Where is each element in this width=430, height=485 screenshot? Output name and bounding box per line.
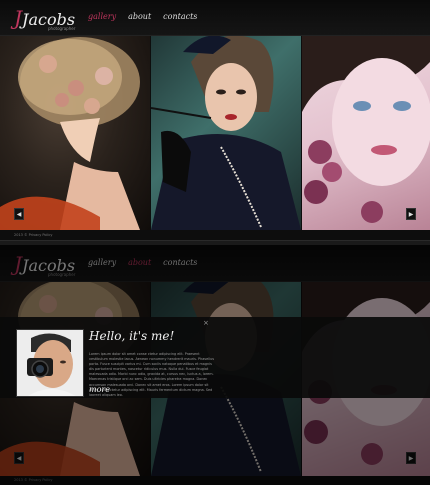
main-nav: gallery about contacts	[88, 12, 197, 21]
next-arrow-icon: ▶	[408, 211, 414, 218]
flowers-portrait-illustration	[0, 37, 140, 230]
logo[interactable]: JJacobs photographer	[14, 6, 76, 31]
next-arrow-button[interactable]: ▶	[406, 208, 416, 220]
nav-item-gallery[interactable]: gallery	[88, 12, 116, 21]
footer-copyright: 2013 © Privacy Policy	[14, 233, 53, 237]
orchids-portrait-illustration	[302, 22, 430, 223]
logo-tagline: photographer	[48, 26, 76, 31]
about-screen: JJacobs photographer gallery about conta…	[0, 246, 430, 485]
logo-initial: J	[14, 6, 23, 30]
nav-item-about[interactable]: about	[128, 12, 151, 21]
nav-item-contacts[interactable]: contacts	[163, 12, 197, 21]
about-modal: × Hello, it's me! Lorem ipsum dolor sit …	[0, 317, 430, 398]
prev-arrow-button[interactable]: ◀	[14, 208, 24, 220]
close-icon[interactable]: ×	[203, 319, 209, 327]
site-header: JJacobs photographer gallery about conta…	[0, 0, 430, 36]
gallery-image-orchids[interactable]	[302, 22, 430, 230]
photographer-with-camera-illustration	[17, 330, 83, 396]
photographer-photo	[16, 329, 84, 397]
about-title: Hello, it's me!	[89, 329, 175, 343]
prev-arrow-icon: ◀	[16, 211, 22, 218]
hat-portrait-illustration	[151, 35, 301, 230]
gallery-image-hat[interactable]	[151, 22, 301, 230]
gallery-image-flowers[interactable]	[0, 22, 150, 230]
gallery-screen: JJacobs photographer gallery about conta…	[0, 0, 430, 240]
more-link[interactable]: more	[89, 385, 110, 394]
